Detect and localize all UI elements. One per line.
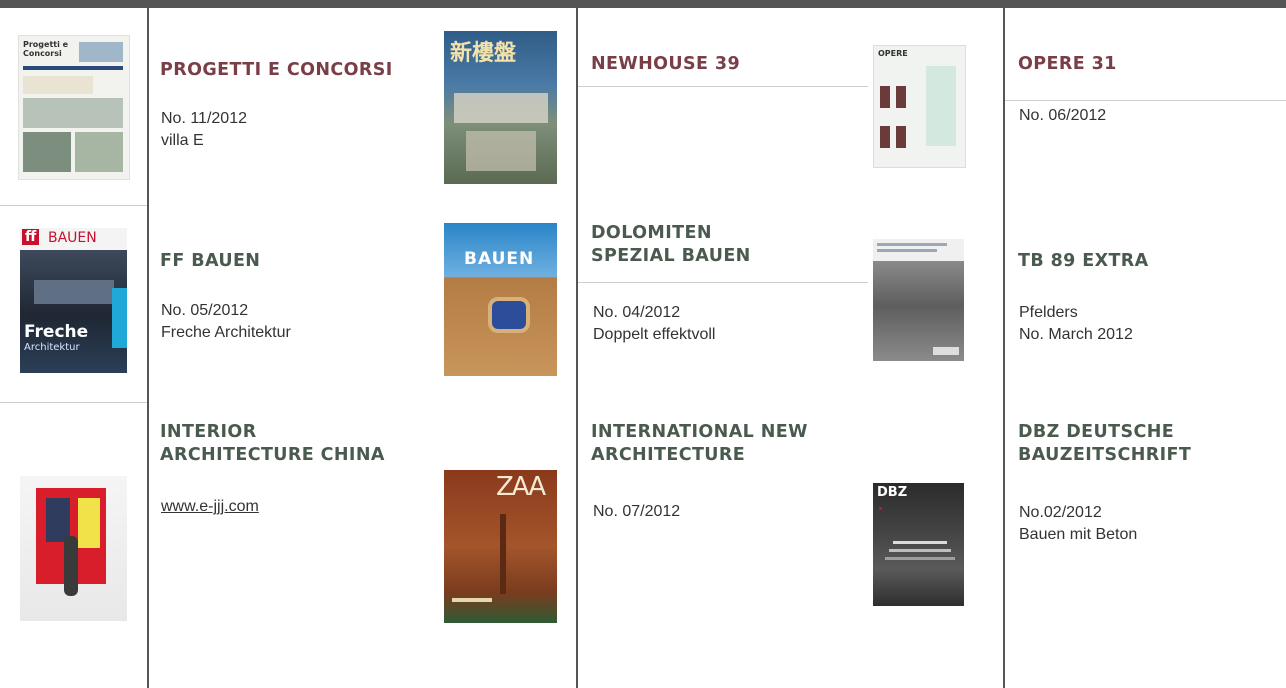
entry-issue-international: No. 07/2012 (593, 503, 681, 520)
entry-title-tb89: TB 89 EXTRA (1018, 251, 1149, 271)
top-bar (0, 0, 1286, 8)
opere-masthead: OPERE (878, 49, 908, 58)
opere-cover-image[interactable]: OPERE (873, 45, 966, 168)
entry-issue-ffbauen: No. 05/2012 (161, 302, 249, 319)
dbz-masthead: DBZ (877, 485, 908, 500)
entry-title-international: INTERNATIONAL NEW ARCHITECTURE (591, 422, 808, 465)
entry-subtitle-dbz: Bauen mit Beton (1019, 526, 1138, 543)
entry-title-dolomiten: DOLOMITEN SPEZIAL BAUEN (591, 223, 751, 266)
progetti-cover-image[interactable]: Progetti e Concorsi (18, 35, 130, 180)
tb89-cover-image[interactable] (873, 239, 964, 361)
column-divider-3 (1003, 8, 1005, 688)
entry-title-interior: INTERIOR ARCHITECTURE CHINA (160, 422, 385, 465)
zaa-masthead: ZAA (496, 472, 546, 502)
dolomiten-cover-image[interactable]: BAUEN (444, 223, 557, 376)
entry-title-newhouse: NEWHOUSE 39 (591, 54, 741, 74)
entry-title-progetti: PROGETTI E CONCORSI (160, 60, 393, 80)
row-divider (1005, 100, 1286, 101)
ffbauen-cover-subhead: Architektur (24, 342, 80, 353)
entry-subtitle-ffbauen: Freche Architektur (161, 324, 291, 341)
dolomiten-masthead: BAUEN (464, 249, 535, 269)
newhouse-cover-image[interactable]: 新樓盤 (444, 31, 557, 184)
row-divider (578, 282, 868, 283)
column-divider-2 (576, 8, 578, 688)
newhouse-masthead: 新樓盤 (450, 41, 517, 66)
entry-issue-tb89: No. March 2012 (1019, 326, 1133, 343)
entry-subtitle-progetti: villa E (161, 132, 204, 149)
zaa-cover-image[interactable]: ZAA (444, 470, 557, 623)
progetti-cover-masthead: Progetti e Concorsi (23, 40, 69, 58)
column-divider-1 (147, 8, 149, 688)
row-divider (0, 402, 147, 403)
entry-title-opere: OPERE 31 (1018, 54, 1117, 74)
entry-issue-opere: No. 06/2012 (1019, 107, 1107, 124)
entry-link-interior: www.e-jjj.com (161, 496, 259, 518)
entry-title-ffbauen: FF BAUEN (160, 251, 261, 271)
interior-website-link[interactable]: www.e-jjj.com (161, 498, 259, 515)
dbz-cover-image[interactable]: DBZ (873, 483, 964, 606)
ffbauen-logo: ff (22, 229, 40, 245)
interior-cover-image[interactable] (20, 476, 127, 621)
entry-subtitle-dolomiten: Doppelt effektvoll (593, 326, 716, 343)
row-divider (578, 86, 868, 87)
entry-place-tb89: Pfelders (1019, 304, 1078, 321)
row-divider (0, 205, 147, 206)
ffbauen-cover-headline: Freche (24, 322, 89, 342)
entry-issue-dolomiten: No. 04/2012 (593, 304, 681, 321)
entry-issue-dbz: No.02/2012 (1019, 504, 1102, 521)
entry-title-dbz: DBZ DEUTSCHE BAUZEITSCHRIFT (1018, 422, 1192, 465)
ffbauen-masthead: BAUEN (48, 230, 97, 246)
ffbauen-cover-image[interactable]: ff BAUEN Freche Architektur (20, 228, 127, 373)
entry-issue-progetti: No. 11/2012 (161, 110, 247, 127)
